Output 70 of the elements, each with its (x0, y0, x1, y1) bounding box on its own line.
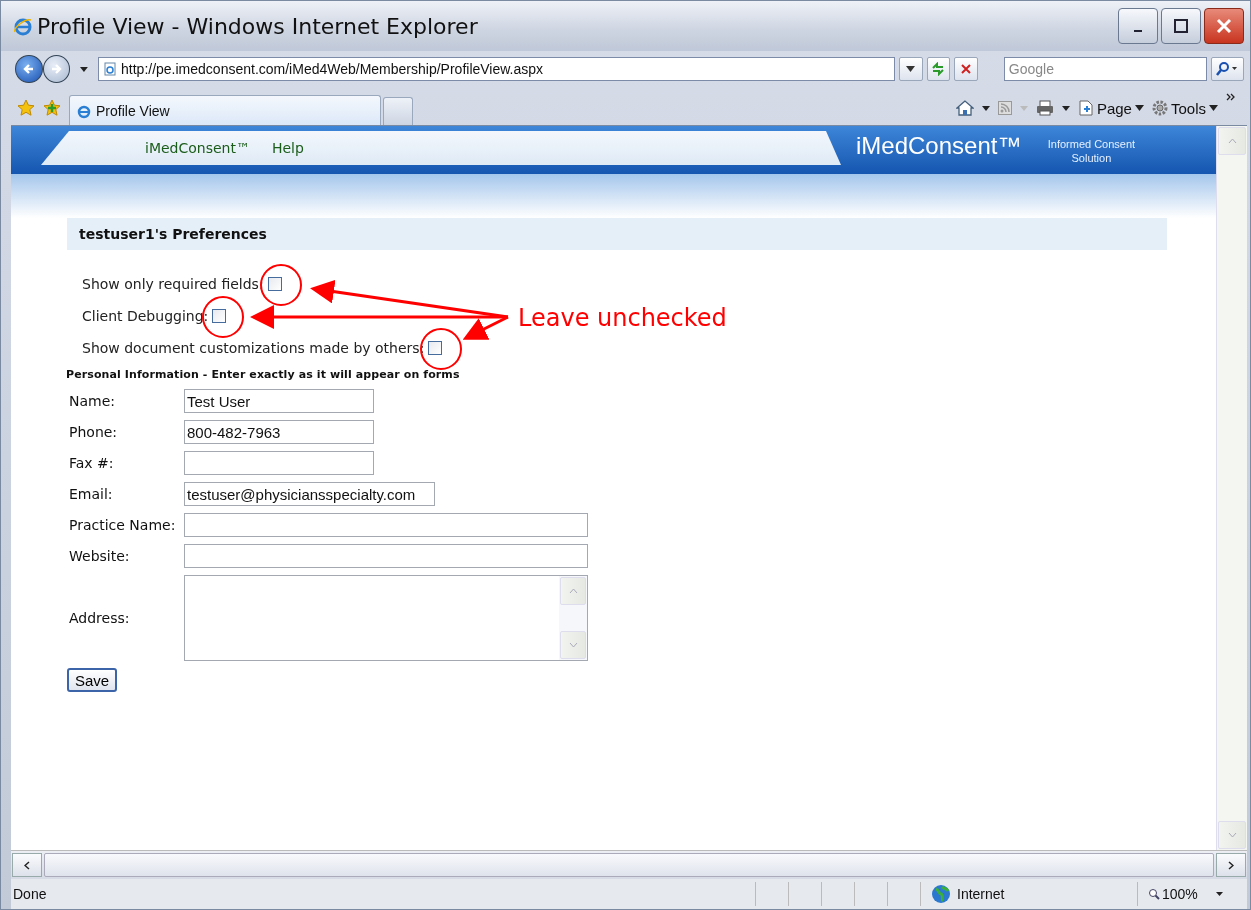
checkbox[interactable] (267, 277, 282, 291)
dropdown-button[interactable] (898, 57, 923, 81)
refresh-button[interactable] (926, 57, 951, 81)
address-field[interactable]: http://pe.imedconsent.com/iMed4Web/Membership/ProfileView.aspx (98, 57, 895, 81)
field-label: Practice Name: (69, 517, 177, 533)
caret-icon (1134, 105, 1144, 111)
status-text: Done (12, 886, 48, 902)
input-field[interactable] (184, 451, 374, 475)
star-icon[interactable] (17, 99, 35, 117)
magnifier-icon (1148, 888, 1160, 900)
url-text: http://pe.imedconsent.com/iMed4Web/Membership/ProfileView.aspx (121, 61, 544, 77)
tools-menu[interactable]: Tools (1151, 99, 1218, 117)
brand-tagline: Informed Consent Solution (1046, 137, 1137, 165)
browser-logo-icon (13, 16, 33, 36)
close-button[interactable] (1204, 8, 1244, 44)
scrollbar[interactable] (559, 576, 587, 660)
maximize-icon (1174, 19, 1188, 33)
input-field[interactable] (184, 544, 588, 568)
gear-icon (1151, 100, 1168, 116)
page-menu[interactable]: Page (1077, 99, 1144, 117)
maximize-button[interactable] (1161, 8, 1201, 44)
refresh-icon (931, 62, 946, 76)
input-field[interactable] (184, 513, 588, 537)
forward-button[interactable] (42, 55, 71, 83)
checkbox[interactable] (212, 309, 227, 323)
caret-icon[interactable] (981, 105, 990, 111)
stop-button[interactable] (954, 57, 978, 81)
search-button[interactable] (1210, 57, 1244, 81)
search-field[interactable]: Google (1003, 57, 1207, 81)
field-label: Website: (69, 548, 131, 564)
security-zone: Internet (957, 886, 1005, 902)
nav-link[interactable]: Help (271, 140, 304, 156)
vertical-scrollbar[interactable] (1216, 126, 1247, 850)
stop-icon (959, 63, 972, 75)
field-label: Address: (69, 610, 131, 626)
minimize-button[interactable] (1118, 8, 1158, 44)
caret-icon[interactable] (80, 66, 89, 72)
checkbox[interactable] (428, 341, 443, 355)
window-title: Profile View - Windows Internet Explorer (37, 13, 479, 39)
horizontal-scrollbar[interactable] (11, 850, 1247, 879)
globe-icon (931, 884, 951, 904)
caret-icon (1209, 105, 1218, 111)
input-field[interactable]: 800-482-7963 (184, 420, 374, 444)
caret-icon[interactable] (1061, 105, 1070, 111)
section-heading: Personal Information - Enter exactly as it will appear on forms (66, 368, 461, 381)
save-button[interactable]: Save (67, 668, 118, 692)
chevron-icon[interactable] (1226, 93, 1236, 101)
zoom-control[interactable]: 100% (1137, 882, 1247, 906)
print-icon[interactable] (1035, 100, 1054, 116)
nav-link[interactable]: iMedConsent™ (145, 140, 250, 156)
annotation-text: Leave unchecked (518, 304, 727, 332)
field-label: Email: (69, 486, 114, 502)
caret-icon (1215, 892, 1223, 896)
home-icon[interactable] (955, 100, 974, 116)
search-icon (1216, 62, 1239, 76)
close-icon (1216, 18, 1232, 34)
browser-tab[interactable]: Profile View (69, 95, 381, 125)
address-field[interactable] (184, 575, 588, 661)
field-label: Phone: (69, 424, 119, 440)
minimize-icon (1134, 30, 1142, 32)
back-button[interactable] (15, 55, 43, 83)
input-field[interactable]: testuser@physiciansspecialty.com (184, 482, 436, 506)
tab-label: Profile View (96, 102, 170, 119)
brand-name: iMedConsent™ (856, 132, 1022, 160)
input-field[interactable]: Test User (184, 389, 374, 413)
field-label: Name: (69, 393, 117, 409)
field-label: Fax #: (69, 455, 115, 471)
preferences-heading: testuser1's Preferences (67, 218, 1167, 250)
add-favorite-icon[interactable] (43, 99, 61, 117)
caret-icon (906, 66, 916, 72)
